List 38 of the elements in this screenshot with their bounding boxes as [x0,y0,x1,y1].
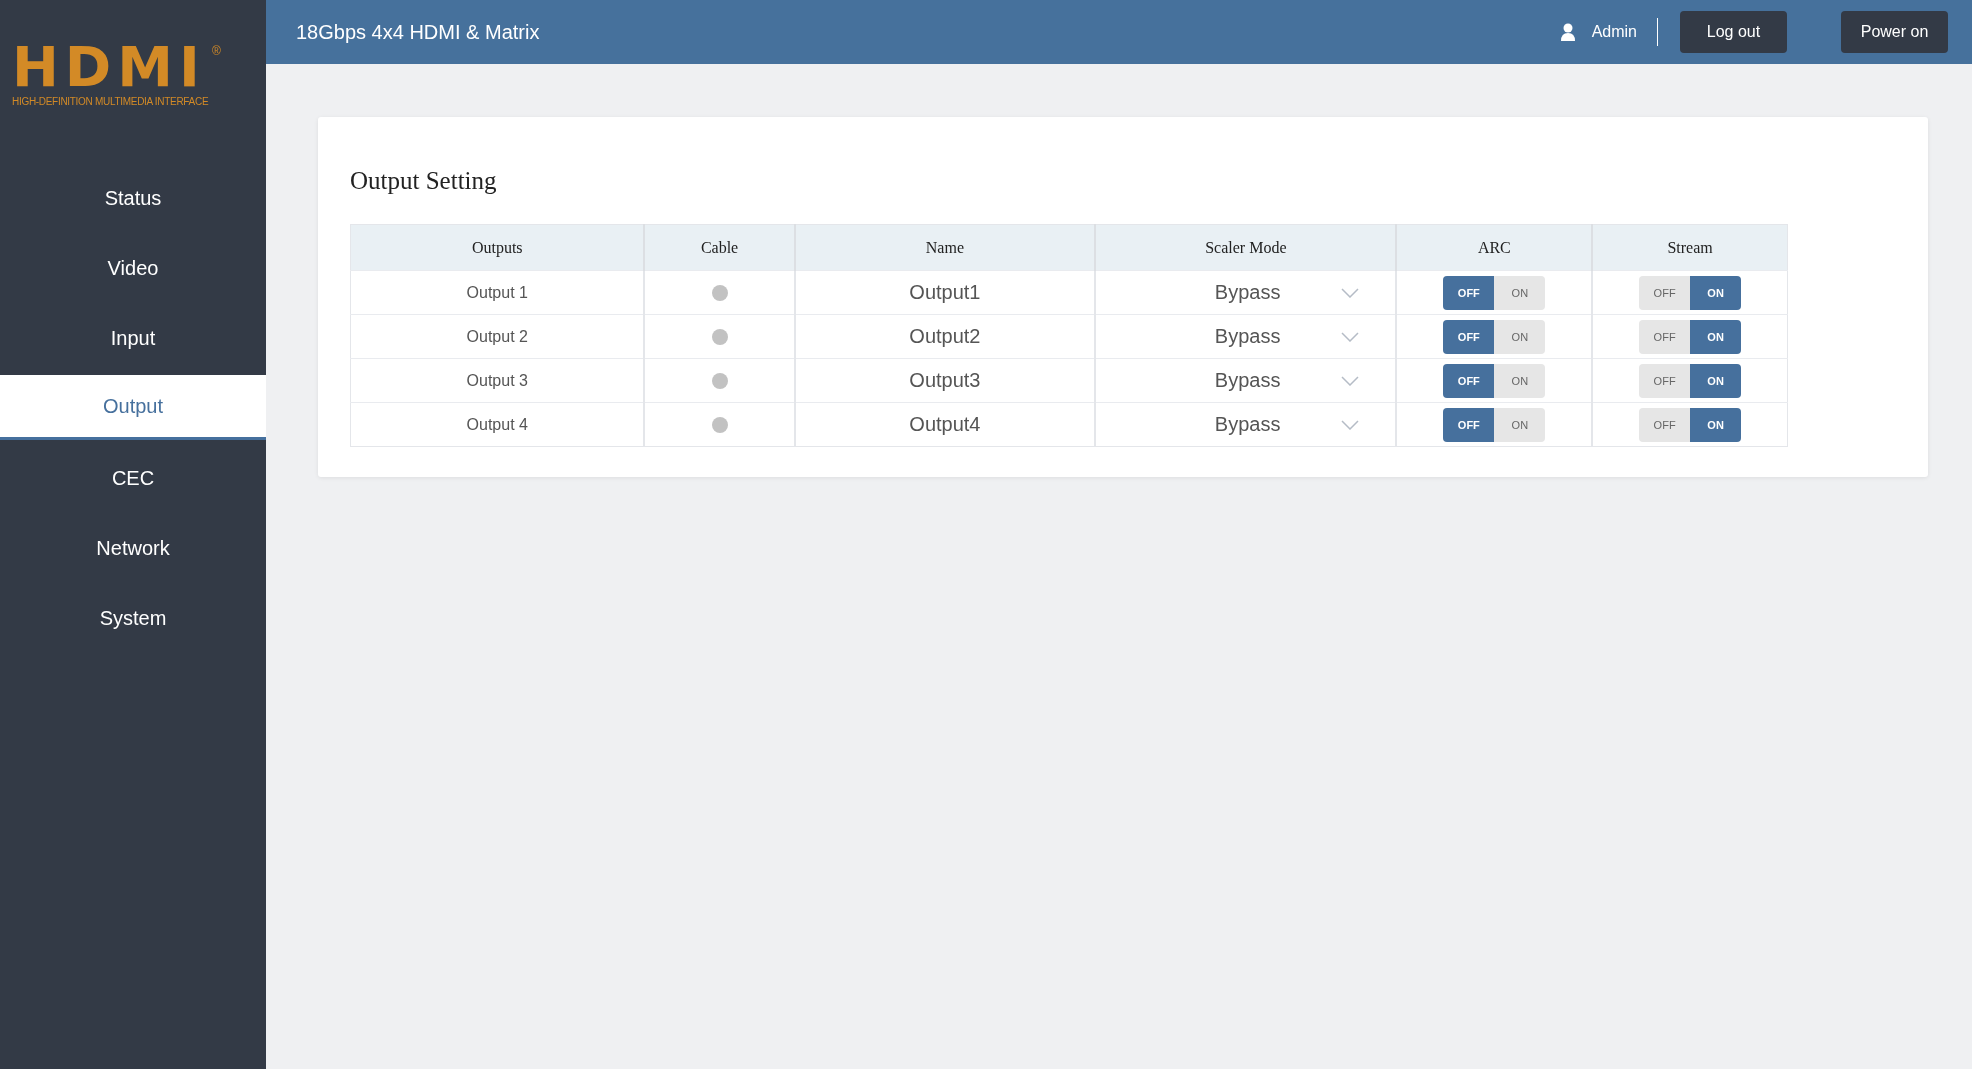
scaler-mode-dropdown[interactable]: Bypass [1120,413,1371,436]
power-button[interactable]: Power on [1841,11,1948,53]
user-icon [1559,23,1576,41]
output-label: Output 2 [466,327,528,345]
name-field[interactable]: Output1 [842,280,1047,305]
column-header: Scaler Mode [1095,224,1397,271]
name-field[interactable]: Output3 [842,368,1047,393]
output-label: Output 1 [466,283,528,301]
logout-button[interactable]: Log out [1680,11,1787,53]
caret-icon [1340,287,1359,298]
name-field[interactable]: Output2 [842,324,1047,349]
name-field[interactable]: Output4 [842,412,1047,437]
caret-icon [1340,331,1359,342]
sidebar-item[interactable]: Video [0,233,266,303]
sidebar-item[interactable]: Input [0,303,266,373]
output-label: Output 3 [466,371,528,389]
sidebar-item[interactable]: Status [0,163,266,233]
output-label: Output 4 [466,415,528,433]
caret-icon [1340,375,1359,386]
column-header: Outputs [350,224,645,271]
app-title: 18Gbps 4x4 HDMI & Matrix [296,20,541,44]
logo-wordmark: HDMI [12,44,206,90]
column-header: Name [794,224,1096,271]
sidebar-item[interactable]: System [0,583,266,653]
scaler-mode-dropdown[interactable]: Bypass [1120,369,1371,392]
username-label: Admin [1591,18,1658,46]
column-header: Cable [644,224,795,271]
caret-icon [1340,419,1359,430]
scaler-mode-dropdown[interactable]: Bypass [1120,325,1371,348]
column-header: Stream [1592,224,1788,271]
column-header: ARC [1396,224,1593,271]
scaler-mode-dropdown[interactable]: Bypass [1120,281,1371,304]
registered-mark: ® [211,44,221,58]
logo-tagline: HIGH-DEFINITION MULTIMEDIA INTERFACE [12,96,209,107]
sidebar-item[interactable]: Network [0,513,266,583]
panel-title: Output Setting [350,167,498,195]
sidebar-item[interactable]: CEC [0,443,266,513]
sidebar-item[interactable]: Output [0,375,266,440]
